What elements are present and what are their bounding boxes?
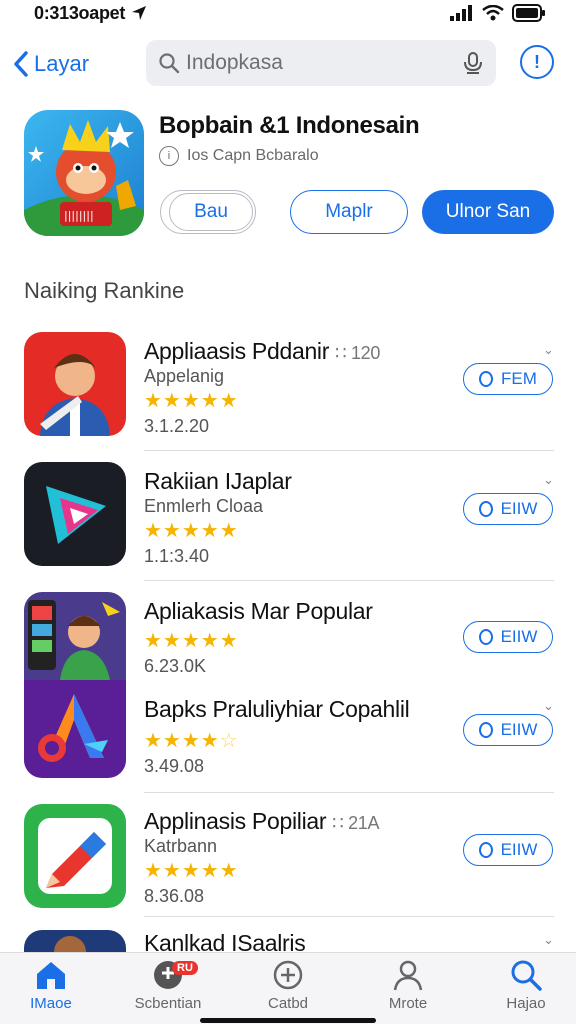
status-bar: 0:313oapet xyxy=(0,0,576,26)
info-button[interactable]: ! xyxy=(520,45,554,79)
get-button[interactable]: EIIW xyxy=(463,834,553,866)
tab-games[interactable]: RU Scbentian xyxy=(118,959,218,1019)
featured-app-subtitle-text: Ios Capn Bcbaralo xyxy=(187,147,319,164)
back-label: Layar xyxy=(34,51,90,76)
wifi-icon xyxy=(482,5,504,21)
app-icon[interactable] xyxy=(24,680,126,778)
tab-home[interactable]: IMaoe xyxy=(1,959,101,1019)
list-item[interactable]: Rakiian IJaplar Enmlerh Cloaa ★★★★★ 1.1:… xyxy=(0,452,576,582)
featured-app-subtitle: i Ios Capn Bcbaralo xyxy=(159,146,319,166)
download-icon xyxy=(478,629,493,645)
age-rating-icon: i xyxy=(159,146,179,166)
list-item[interactable]: Kanlkad ISaalris ⌄ xyxy=(0,922,576,956)
app-rating-stars: ★★★★★ xyxy=(144,390,239,412)
tab-discover[interactable]: Catbd xyxy=(238,959,338,1019)
back-button[interactable]: Layar xyxy=(12,46,89,82)
download-icon xyxy=(478,501,493,517)
tab-search[interactable]: Hajao xyxy=(476,959,576,1019)
app-category: Katrbann xyxy=(144,836,218,856)
chevron-left-icon xyxy=(14,51,28,77)
list-item[interactable]: Bapks Praluliyhiar Copahlil ★★★★☆ 3.49.0… xyxy=(0,680,576,810)
divider xyxy=(144,450,554,451)
app-name: Rakiian IJaplar xyxy=(144,468,292,494)
tab-label: Hajao xyxy=(506,995,546,1012)
app-icon[interactable] xyxy=(24,462,126,566)
battery-icon xyxy=(512,4,545,22)
divider xyxy=(144,580,554,581)
app-size: 3.1.2.20 xyxy=(144,416,210,436)
chevron-down-icon[interactable]: ⌄ xyxy=(543,342,554,358)
featured-button-1-label: Bau xyxy=(194,201,228,222)
search-icon xyxy=(159,53,180,74)
top-bar: Layar Indopkasa ! xyxy=(0,40,576,88)
chevron-down-icon[interactable]: ⌄ xyxy=(543,698,554,714)
signal-icon xyxy=(450,5,472,21)
status-time: 0:313oapet xyxy=(34,3,147,24)
app-name: Appliaasis Pddanir ∷ 120 xyxy=(144,338,381,364)
tab-label: Scbentian xyxy=(134,995,202,1012)
app-icon[interactable] xyxy=(24,332,126,436)
download-icon xyxy=(478,722,493,738)
app-category: Appelanig xyxy=(144,366,225,386)
microphone-icon[interactable] xyxy=(462,51,484,75)
download-icon xyxy=(478,842,493,858)
app-size: 6.23.0K xyxy=(144,656,207,676)
chevron-down-icon[interactable]: ⌄ xyxy=(543,472,554,488)
app-category: Enmlerh Cloaa xyxy=(144,496,264,516)
featured-app-title: Bopbain &1 Indonesain xyxy=(159,112,420,139)
get-button[interactable]: EIIW xyxy=(463,621,553,653)
get-button[interactable]: EIIW xyxy=(463,493,553,525)
compass-icon xyxy=(273,960,303,990)
app-size: 3.49.08 xyxy=(144,756,205,776)
app-name: Bapks Praluliyhiar Copahlil xyxy=(144,696,410,722)
search-icon xyxy=(511,960,542,991)
home-icon xyxy=(37,962,65,989)
app-icon[interactable] xyxy=(24,930,126,952)
list-item[interactable]: Applinasis Popiliar ∷ 21A Katrbann ★★★★★ … xyxy=(0,792,576,922)
home-indicator[interactable] xyxy=(200,1018,376,1023)
featured-button-3-label: Ulnor San xyxy=(445,201,531,222)
get-button[interactable]: EIIW xyxy=(463,714,553,746)
person-icon xyxy=(393,960,423,991)
app-name: Apliakasis Mar Popular xyxy=(144,598,373,624)
app-icon[interactable] xyxy=(24,804,126,908)
svg-text:||||||||: |||||||| xyxy=(64,209,94,222)
app-rating-stars: ★★★★★ xyxy=(144,630,239,652)
section-title: Naiking Rankine xyxy=(24,278,185,303)
get-button[interactable]: FEM xyxy=(463,363,553,395)
list-item[interactable]: Appliaasis Pddanir ∷ 120 Appelanig ★★★★★ … xyxy=(0,322,576,452)
app-size: 1.1:3.40 xyxy=(144,546,210,566)
download-icon xyxy=(479,371,494,387)
featured-button-3[interactable]: Ulnor San xyxy=(422,190,554,234)
app-rating-stars: ★★★★☆ xyxy=(144,730,239,752)
chevron-down-icon[interactable]: ⌄ xyxy=(543,932,554,948)
status-icons xyxy=(450,4,546,22)
location-arrow-icon xyxy=(132,6,147,20)
app-size: 8.36.08 xyxy=(144,886,205,906)
tab-bar: IMaoe RU Scbentian Catbd Mrote Hajao xyxy=(0,952,576,1024)
tab-label: IMaoe xyxy=(30,995,72,1012)
app-rating-stars: ★★★★★ xyxy=(144,520,239,542)
app-rating-stars: ★★★★★ xyxy=(144,860,239,882)
notification-badge: RU xyxy=(172,961,198,975)
search-text: Indopkasa xyxy=(186,51,283,74)
status-time-text: 0:313oapet xyxy=(34,2,126,23)
featured-app-icon[interactable]: |||||||| xyxy=(24,110,144,236)
featured-button-2[interactable]: Maplr xyxy=(290,190,408,234)
search-input[interactable]: Indopkasa xyxy=(146,40,496,86)
featured-app: |||||||| Bopbain &1 Indonesain i Ios Cap… xyxy=(24,110,554,240)
app-name: Applinasis Popiliar ∷ 21A xyxy=(144,808,380,834)
tab-profile[interactable]: Mrote xyxy=(358,959,458,1019)
app-icon[interactable] xyxy=(24,592,126,680)
tab-label: Catbd xyxy=(267,995,309,1012)
featured-button-2-label: Maplr xyxy=(325,201,373,222)
info-icon: ! xyxy=(534,51,540,72)
divider xyxy=(144,916,554,917)
featured-button-1[interactable]: Bau xyxy=(160,190,256,234)
tab-label: Mrote xyxy=(388,995,428,1012)
